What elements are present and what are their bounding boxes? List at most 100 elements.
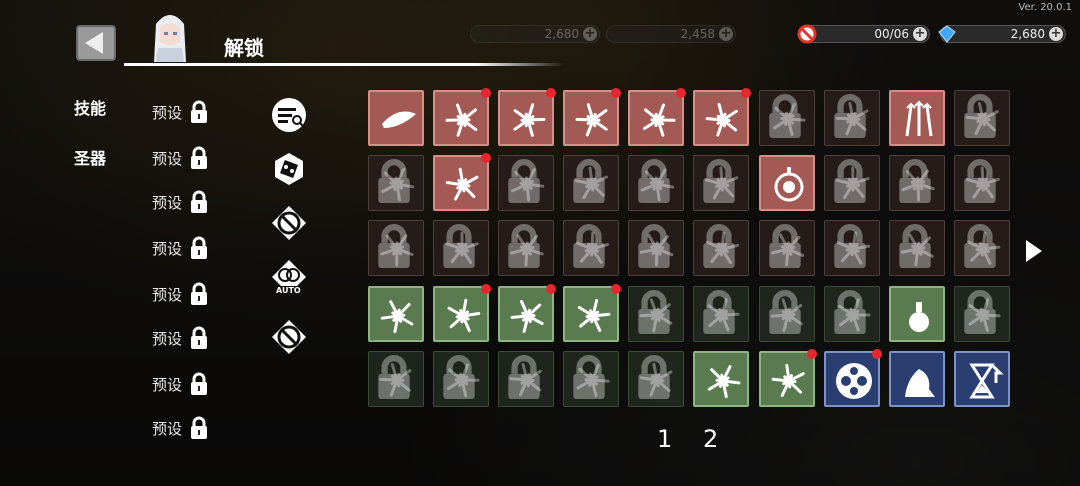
lock-icon <box>952 218 996 268</box>
currency-bar-1: 2,680 + <box>470 25 600 43</box>
back-button[interactable] <box>76 25 116 61</box>
hourglass-icon <box>969 363 1004 399</box>
auto-label: AUTO <box>275 286 302 295</box>
skill-slot[interactable] <box>954 90 1010 146</box>
skill-slot[interactable] <box>693 155 749 211</box>
skill-slot[interactable] <box>368 286 424 342</box>
skill-slot[interactable] <box>563 284 621 342</box>
sword-dash-icon <box>510 299 544 333</box>
preset-slot[interactable]: 预设 <box>152 326 210 350</box>
skill-slot[interactable] <box>824 349 882 407</box>
skill-slot[interactable] <box>498 284 556 342</box>
soccer-icon <box>836 363 872 399</box>
skill-slot[interactable] <box>759 349 817 407</box>
skill-slot[interactable] <box>889 90 945 146</box>
dice-icon[interactable] <box>270 150 308 188</box>
skill-slot[interactable] <box>563 220 619 276</box>
filter-icon[interactable] <box>270 96 308 134</box>
notification-dot <box>676 88 686 98</box>
preset-slot[interactable]: 预设 <box>152 146 210 170</box>
skill-slot[interactable] <box>889 155 945 211</box>
skill-slot[interactable] <box>759 286 815 342</box>
no-entry-icon <box>797 24 817 44</box>
next-page-arrow-icon[interactable] <box>1026 240 1042 262</box>
preset-slot[interactable]: 预设 <box>152 372 210 396</box>
version-label: Ver. 20.0.1 <box>1018 2 1072 13</box>
preset-slot[interactable]: 预设 <box>152 416 210 440</box>
prohibit-icon[interactable] <box>270 318 308 356</box>
skill-slot[interactable] <box>498 88 556 146</box>
auto-toggle[interactable]: AUTO <box>270 258 308 298</box>
skill-slot[interactable] <box>954 220 1010 276</box>
skill-slot[interactable] <box>628 286 684 342</box>
skill-slot[interactable] <box>628 155 684 211</box>
skill-slot[interactable] <box>889 220 945 276</box>
skill-slot[interactable] <box>824 90 880 146</box>
skill-slot[interactable] <box>954 155 1010 211</box>
preset-label: 预设 <box>152 103 183 122</box>
skill-slot[interactable] <box>368 220 424 276</box>
skill-slot[interactable] <box>693 351 749 407</box>
skill-slot[interactable] <box>759 90 815 146</box>
skill-slot[interactable] <box>498 155 554 211</box>
skill-slot[interactable] <box>889 286 945 342</box>
skill-slot[interactable] <box>498 351 554 407</box>
skill-slot[interactable] <box>628 351 684 407</box>
tab-artifacts[interactable]: 圣器 <box>74 145 106 169</box>
skill-slot[interactable] <box>824 220 880 276</box>
skill-slot[interactable] <box>759 155 815 211</box>
notification-dot <box>481 153 491 163</box>
skill-slot[interactable] <box>693 220 749 276</box>
skill-slot[interactable] <box>628 88 686 146</box>
lock-icon <box>952 88 996 138</box>
skill-slot[interactable] <box>368 351 424 407</box>
skill-slot[interactable] <box>563 88 621 146</box>
lock-icon <box>952 153 996 203</box>
skill-slot[interactable] <box>433 153 491 211</box>
lock-icon <box>431 349 475 399</box>
skill-slot[interactable] <box>433 284 491 342</box>
skill-slot[interactable] <box>889 351 945 407</box>
arrow-jump-icon <box>642 103 676 137</box>
plus-icon[interactable]: + <box>913 27 927 41</box>
lock-icon <box>757 218 801 268</box>
preset-slot[interactable]: 预设 <box>152 100 210 124</box>
skill-slot[interactable] <box>628 220 684 276</box>
skill-slot[interactable] <box>368 155 424 211</box>
skill-slot[interactable] <box>498 220 554 276</box>
lock-icon <box>496 153 540 203</box>
plus-icon[interactable]: + <box>719 27 733 41</box>
skill-slot[interactable] <box>824 286 880 342</box>
lock-icon <box>496 218 540 268</box>
plus-icon[interactable]: + <box>1049 27 1063 41</box>
page-2-button[interactable]: 2 <box>703 425 718 453</box>
preset-slot[interactable]: 预设 <box>152 282 210 306</box>
lock-icon <box>822 218 866 268</box>
skill-slot[interactable] <box>954 286 1010 342</box>
preset-label: 预设 <box>152 375 183 394</box>
streak-icon <box>707 365 741 399</box>
skill-slot[interactable] <box>563 351 619 407</box>
page-1-button[interactable]: 1 <box>657 425 672 453</box>
lock-icon <box>626 284 670 334</box>
skill-slot[interactable] <box>368 90 424 146</box>
skill-slot[interactable] <box>954 351 1010 407</box>
skill-slot[interactable] <box>433 220 489 276</box>
notification-dot <box>611 284 621 294</box>
lock-icon <box>188 190 210 214</box>
skill-slot[interactable] <box>433 88 491 146</box>
preset-slot[interactable]: 预设 <box>152 236 210 260</box>
skill-slot[interactable] <box>433 351 489 407</box>
plus-icon[interactable]: + <box>583 27 597 41</box>
prohibit-icon[interactable] <box>270 204 308 242</box>
lock-icon <box>366 349 410 399</box>
notification-dot <box>481 88 491 98</box>
triple-arrow-icon <box>905 100 933 137</box>
skill-slot[interactable] <box>693 88 751 146</box>
preset-slot[interactable]: 预设 <box>152 190 210 214</box>
tab-skills[interactable]: 技能 <box>74 95 106 119</box>
skill-slot[interactable] <box>759 220 815 276</box>
skill-slot[interactable] <box>824 155 880 211</box>
skill-slot[interactable] <box>563 155 619 211</box>
skill-slot[interactable] <box>693 286 749 342</box>
